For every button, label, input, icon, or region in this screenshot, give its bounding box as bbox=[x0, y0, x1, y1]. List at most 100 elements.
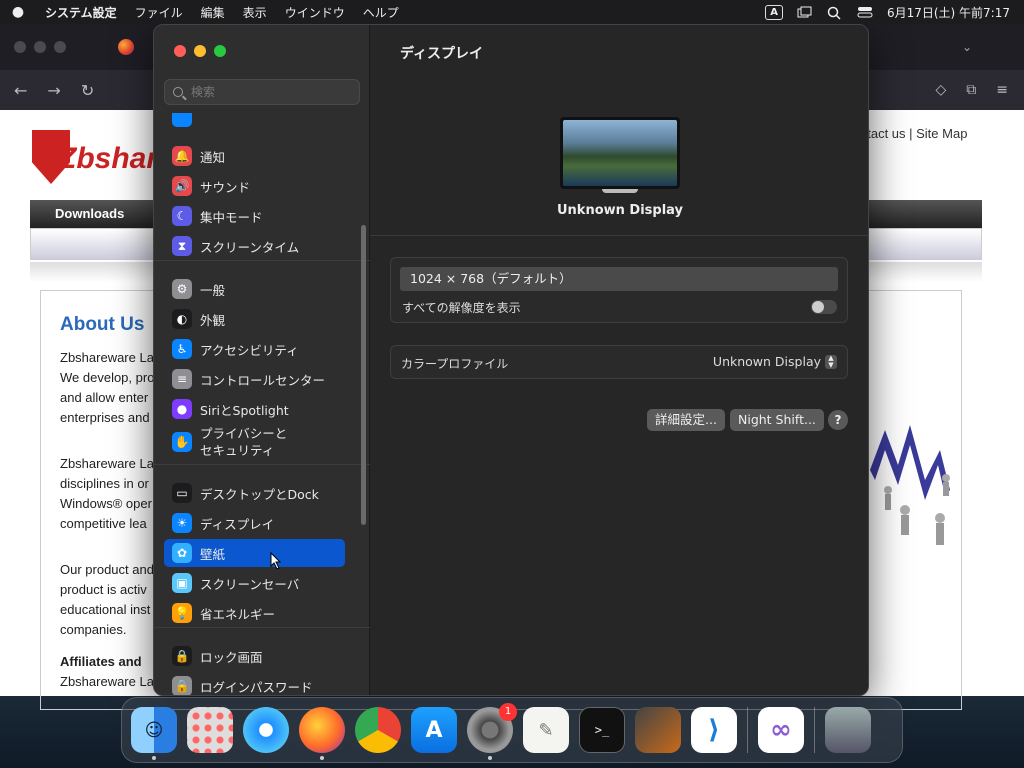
sidebar-search[interactable] bbox=[164, 79, 360, 105]
sidebar-item-label: コントロールセンター bbox=[200, 372, 326, 388]
screensaver-icon: ▣ bbox=[172, 573, 192, 593]
color-profile-label: カラープロファイル bbox=[401, 357, 509, 371]
sidebar-item-label: ログインパスワード bbox=[200, 679, 313, 695]
help-button[interactable]: ? bbox=[828, 410, 848, 430]
zoom-button[interactable] bbox=[214, 45, 226, 57]
accessibility-icon: ♿ bbox=[172, 339, 192, 359]
back-arrow-icon[interactable]: ← bbox=[14, 81, 27, 100]
gear-icon: ⚙ bbox=[172, 279, 192, 299]
close-button[interactable] bbox=[174, 45, 186, 57]
display-preview[interactable] bbox=[560, 117, 680, 189]
sidebar-item-3[interactable]: ⧗ スクリーンタイム bbox=[164, 232, 345, 260]
safari-icon[interactable] bbox=[243, 707, 289, 753]
app-store-icon[interactable]: A bbox=[411, 707, 457, 753]
minimize-button[interactable] bbox=[194, 45, 206, 57]
partial-icon bbox=[172, 113, 192, 127]
mouse-cursor-icon bbox=[270, 552, 282, 570]
menu-clock[interactable]: 6月17日(土) 午前7:17 bbox=[887, 4, 1010, 21]
sidebar-item-5[interactable]: ◐ 外観 bbox=[164, 305, 345, 333]
sidebar-item-label: SiriとSpotlight bbox=[200, 402, 289, 418]
forward-arrow-icon[interactable]: → bbox=[47, 81, 60, 100]
sidebar-item-0[interactable]: 🔔 通知 bbox=[164, 142, 345, 170]
color-profile-value: Unknown Display bbox=[712, 354, 821, 369]
menu-help[interactable]: ヘルプ bbox=[354, 4, 408, 21]
menu-file[interactable]: ファイル bbox=[126, 4, 192, 21]
sidebar-item-9[interactable]: ✋ プライバシーと セキュリティ bbox=[164, 422, 345, 462]
launchpad-icon[interactable] bbox=[187, 707, 233, 753]
control-center-icon[interactable] bbox=[857, 6, 873, 18]
sidebar-scrollbar[interactable] bbox=[361, 225, 366, 525]
sidebar-item-7[interactable]: ≡ コントロールセンター bbox=[164, 365, 345, 393]
lock-icon: 🔒 bbox=[172, 646, 192, 666]
menu-view[interactable]: 表示 bbox=[234, 4, 276, 21]
reload-icon[interactable]: ↻ bbox=[81, 81, 94, 100]
sidebar-item-10[interactable]: ▭ デスクトップとDock bbox=[164, 479, 345, 507]
sidebar-item-label: 外観 bbox=[200, 312, 226, 328]
sidebar-item-label: アクセシビリティ bbox=[200, 342, 299, 358]
night-shift-button[interactable]: Night Shift... bbox=[730, 409, 824, 431]
lock-icon: 🔒 bbox=[172, 676, 192, 695]
display-stand bbox=[602, 189, 638, 193]
sidebar-item-4[interactable]: ⚙ 一般 bbox=[164, 275, 345, 303]
flower-icon: ✿ bbox=[172, 543, 192, 563]
menu-edit[interactable]: 編集 bbox=[192, 4, 234, 21]
trash-icon[interactable] bbox=[825, 707, 871, 753]
search-input[interactable] bbox=[191, 85, 341, 99]
window-switch-icon[interactable] bbox=[797, 6, 813, 18]
sidebar-item-2[interactable]: ☾ 集中モード bbox=[164, 202, 345, 230]
sidebar-item-1[interactable]: 🔊 サウンド bbox=[164, 172, 345, 200]
tab-list-chevron-icon[interactable]: ⌄ bbox=[962, 40, 972, 54]
firefox-icon[interactable] bbox=[299, 707, 345, 760]
resolution-option[interactable]: 1024 × 768（デフォルト） bbox=[400, 267, 838, 291]
search-icon bbox=[173, 87, 183, 97]
system-settings-icon[interactable]: 1 bbox=[467, 703, 517, 760]
sidebar-separator bbox=[154, 464, 370, 465]
sidebar-item-12[interactable]: ✿ 壁紙 bbox=[164, 539, 345, 567]
extensions-icon[interactable]: ⧉ bbox=[966, 82, 976, 98]
sidebar-item-15[interactable]: 🔒 ロック画面 bbox=[164, 642, 345, 670]
color-profile-select[interactable]: Unknown Display ▲ ▼ bbox=[713, 354, 837, 369]
show-all-resolutions-label: すべての解像度を表示 bbox=[402, 301, 521, 315]
sidebar-item-label: ディスプレイ bbox=[200, 516, 275, 532]
menu-app-name[interactable]: システム設定 bbox=[36, 4, 126, 21]
apple-menu-icon[interactable]: ● bbox=[0, 4, 36, 20]
sidebar-item-partial[interactable] bbox=[164, 113, 345, 131]
running-indicator bbox=[488, 756, 492, 760]
dock: ☺ A 1 ✎ >_ ⟩ ∞ bbox=[121, 697, 903, 763]
top-links[interactable]: ntact us | Site Map bbox=[860, 126, 967, 141]
business-graphic bbox=[870, 425, 950, 545]
sidebar-item-13[interactable]: ▣ スクリーンセーバ bbox=[164, 569, 345, 597]
sidebar-separator bbox=[154, 260, 370, 261]
sidebar-item-6[interactable]: ♿ アクセシビリティ bbox=[164, 335, 345, 363]
pocket-icon[interactable]: ◇ bbox=[935, 82, 946, 98]
input-source-indicator[interactable]: A bbox=[765, 4, 783, 20]
spotlight-search-icon[interactable] bbox=[827, 6, 843, 20]
advanced-settings-button[interactable]: 詳細設定... bbox=[647, 409, 725, 431]
sidebar-list: 🔔 通知 🔊 サウンド ☾ 集中モード ⧗ スクリーンタイム ⚙ 一般 ◐ 外観 ♿ アクセシビリティ ≡ コ… bbox=[154, 113, 370, 695]
sidebar-item-label: スクリーンタイム bbox=[200, 239, 300, 255]
notification-badge: 1 bbox=[499, 703, 517, 721]
terminal-icon[interactable]: >_ bbox=[579, 707, 625, 753]
settings-sidebar: 🔔 通知 🔊 サウンド ☾ 集中モード ⧗ スクリーンタイム ⚙ 一般 ◐ 外観 ♿ アクセシビリティ ≡ コ… bbox=[154, 25, 370, 695]
affiliates-text: Zbshareware La bbox=[60, 674, 154, 689]
sidebar-item-14[interactable]: 💡 省エネルギー bbox=[164, 599, 345, 627]
updown-chevron-icon: ▲ ▼ bbox=[825, 354, 837, 369]
vscode-icon[interactable]: ⟩ bbox=[691, 707, 737, 753]
sun-icon: ☀ bbox=[172, 513, 192, 533]
sidebar-item-11[interactable]: ☀ ディスプレイ bbox=[164, 509, 345, 537]
finder-icon[interactable]: ☺ bbox=[131, 707, 177, 760]
sidebar-item-8[interactable]: ● SiriとSpotlight bbox=[164, 395, 345, 423]
show-all-resolutions-toggle[interactable] bbox=[811, 300, 837, 314]
siri-icon: ● bbox=[172, 399, 192, 419]
running-indicator bbox=[320, 756, 324, 760]
firefox-tab-icon[interactable] bbox=[118, 39, 134, 55]
sidebar-item-label: 壁紙 bbox=[200, 546, 226, 562]
garageband-icon[interactable] bbox=[635, 707, 681, 753]
textedit-icon[interactable]: ✎ bbox=[523, 707, 569, 753]
resolution-group: 1024 × 768（デフォルト） すべての解像度を表示 bbox=[390, 257, 848, 323]
chrome-icon[interactable] bbox=[355, 707, 401, 753]
menu-window[interactable]: ウインドウ bbox=[276, 4, 354, 21]
visual-studio-icon[interactable]: ∞ bbox=[758, 707, 804, 753]
sidebar-item-16[interactable]: 🔒 ログインパスワード bbox=[164, 672, 345, 695]
hamburger-menu-icon[interactable]: ≡ bbox=[996, 82, 1008, 98]
